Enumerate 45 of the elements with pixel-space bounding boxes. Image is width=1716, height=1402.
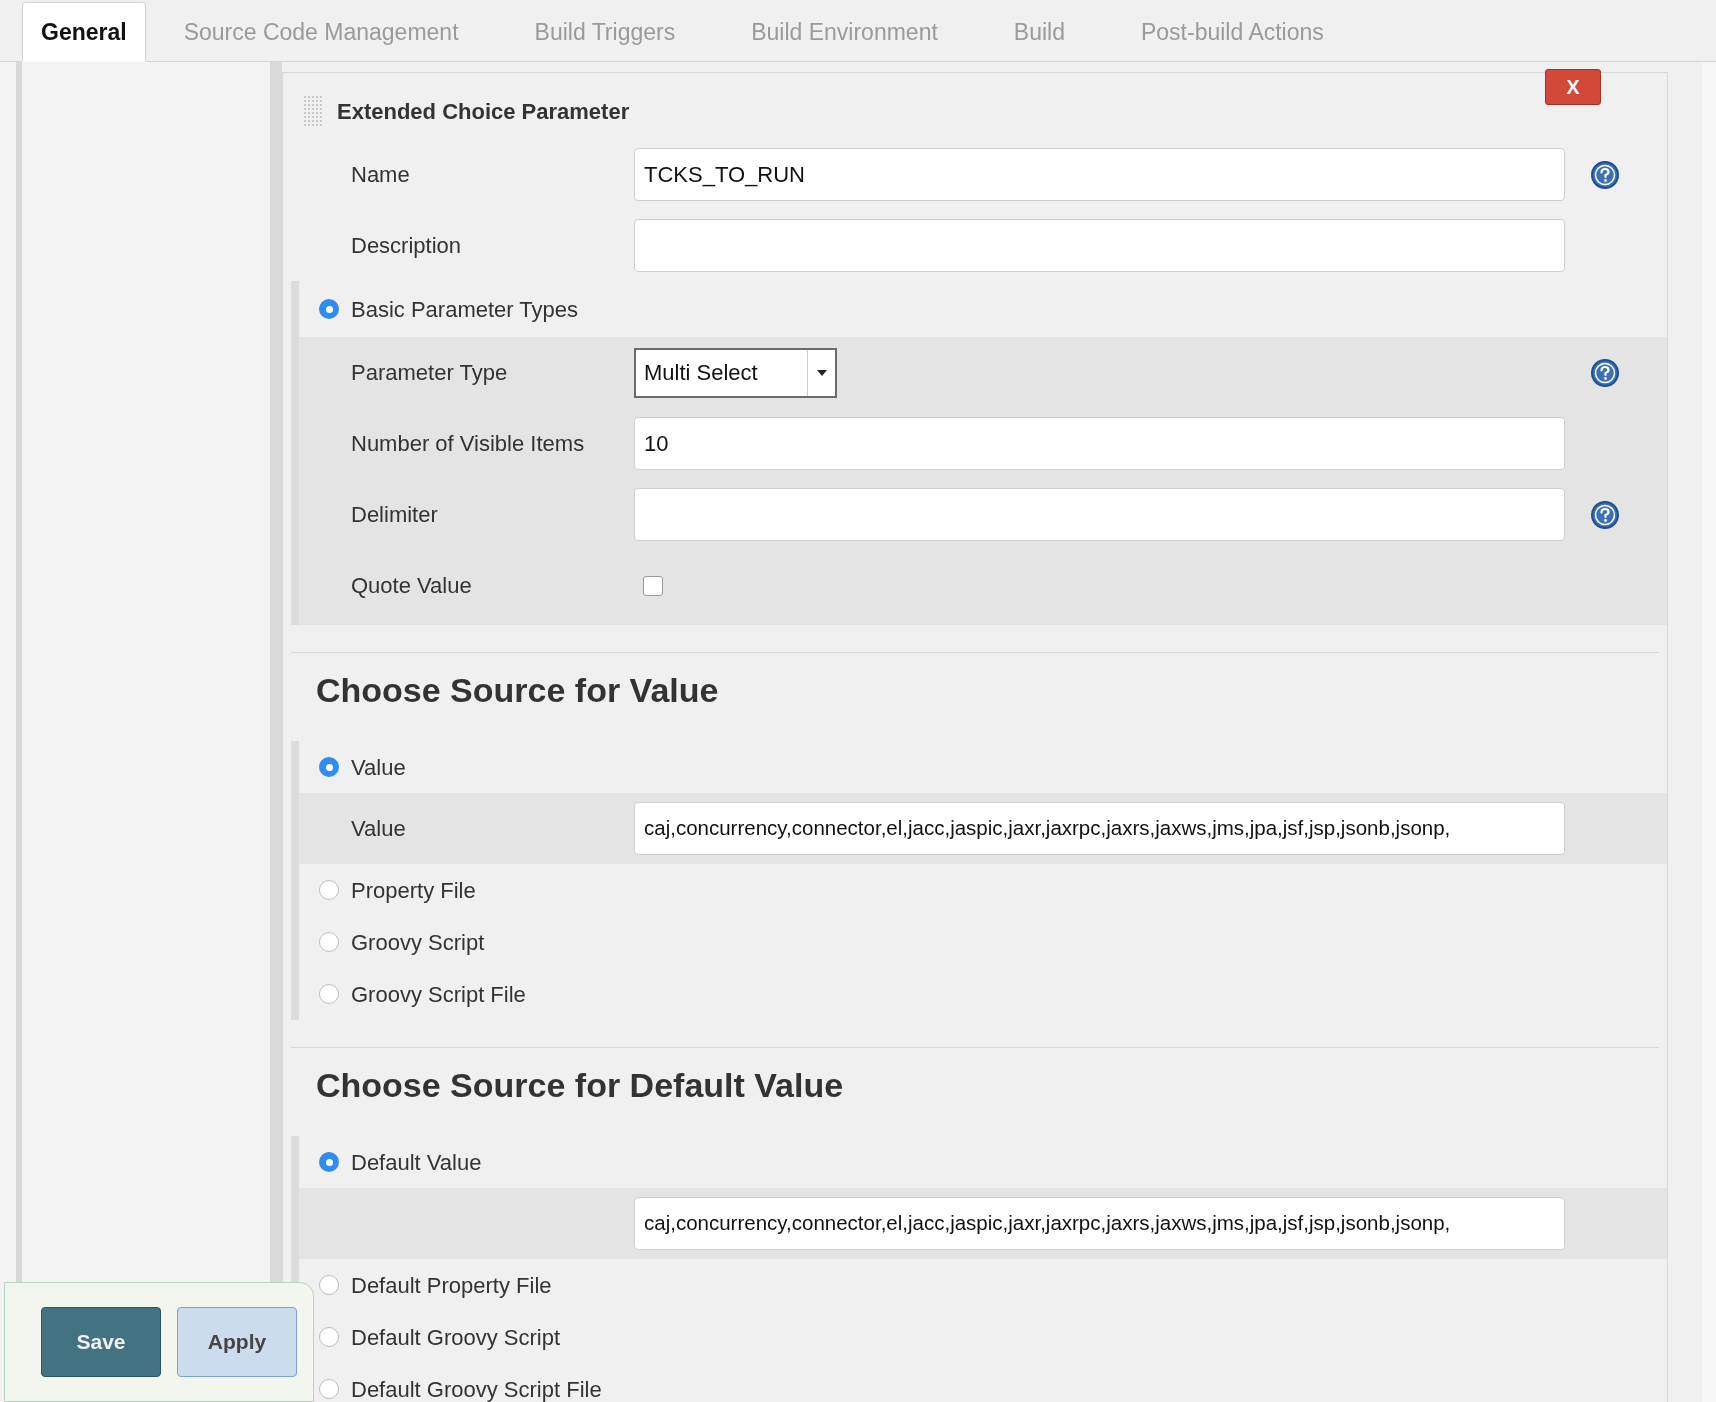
radio-label: Basic Parameter Types [351,295,579,324]
radio-label: Value [351,753,406,782]
radio-button[interactable] [319,932,339,952]
radio-label: Default Groovy Script [351,1323,561,1352]
radio-button[interactable] [319,757,339,777]
radio-button[interactable] [319,1327,339,1347]
section-heading: Choose Source for Default Value [316,1064,844,1106]
drag-handle-icon[interactable] [303,95,325,127]
radio-label: Property File [351,876,476,905]
radio-label: Default Groovy Script File [351,1375,602,1402]
field-label: Value [351,816,406,841]
parameter-title: Extended Choice Parameter [337,97,630,126]
help-icon[interactable] [1590,357,1620,388]
text-field[interactable] [634,488,1565,541]
radio-button[interactable] [319,984,339,1004]
caret-icon [816,369,827,376]
delete-button[interactable]: X [1545,69,1601,105]
field-label: Number of Visible Items [351,431,585,456]
text-field[interactable]: TCKS_TO_RUN [634,148,1565,201]
radio-button[interactable] [319,1275,339,1295]
field-label: Description [351,233,462,258]
radio-button[interactable] [319,1379,339,1399]
field-label: Parameter Type [351,360,508,385]
text-field[interactable]: 10 [634,417,1565,470]
help-icon[interactable] [1590,159,1620,190]
apply-button[interactable]: Apply [177,1307,297,1377]
radio-label: Groovy Script File [351,980,526,1009]
field-label: Delimiter [351,502,438,527]
text-field[interactable]: caj,concurrency,connector,el,jacc,jaspic,jaxr,jaxrpc,jaxrs,jaxws,jms,jpa,jsf,jsp,jsonb,jsonp, [634,1197,1565,1250]
section-heading: Choose Source for Value [316,669,719,711]
radio-label: Groovy Script [351,928,485,957]
text-field[interactable]: caj,concurrency,connector,el,jacc,jaspic,jaxr,jaxrpc,jaxrs,jaxws,jms,jpa,jsf,jsp,jsonb,jsonp, [634,802,1565,855]
save-button[interactable]: Save [41,1307,161,1377]
radio-button[interactable] [319,1152,339,1172]
select-dropdown[interactable]: Multi Select [634,347,837,398]
tab[interactable]: General [22,2,146,62]
radio-button[interactable] [319,299,339,319]
radio-label: Default Property File [351,1271,552,1300]
checkbox[interactable] [643,575,663,596]
field-label: Name [351,162,410,187]
help-icon[interactable] [1590,499,1620,530]
radio-label: Default Value [351,1148,482,1177]
text-field[interactable] [634,219,1565,272]
radio-button[interactable] [319,880,339,900]
field-label: Quote Value [351,573,472,598]
